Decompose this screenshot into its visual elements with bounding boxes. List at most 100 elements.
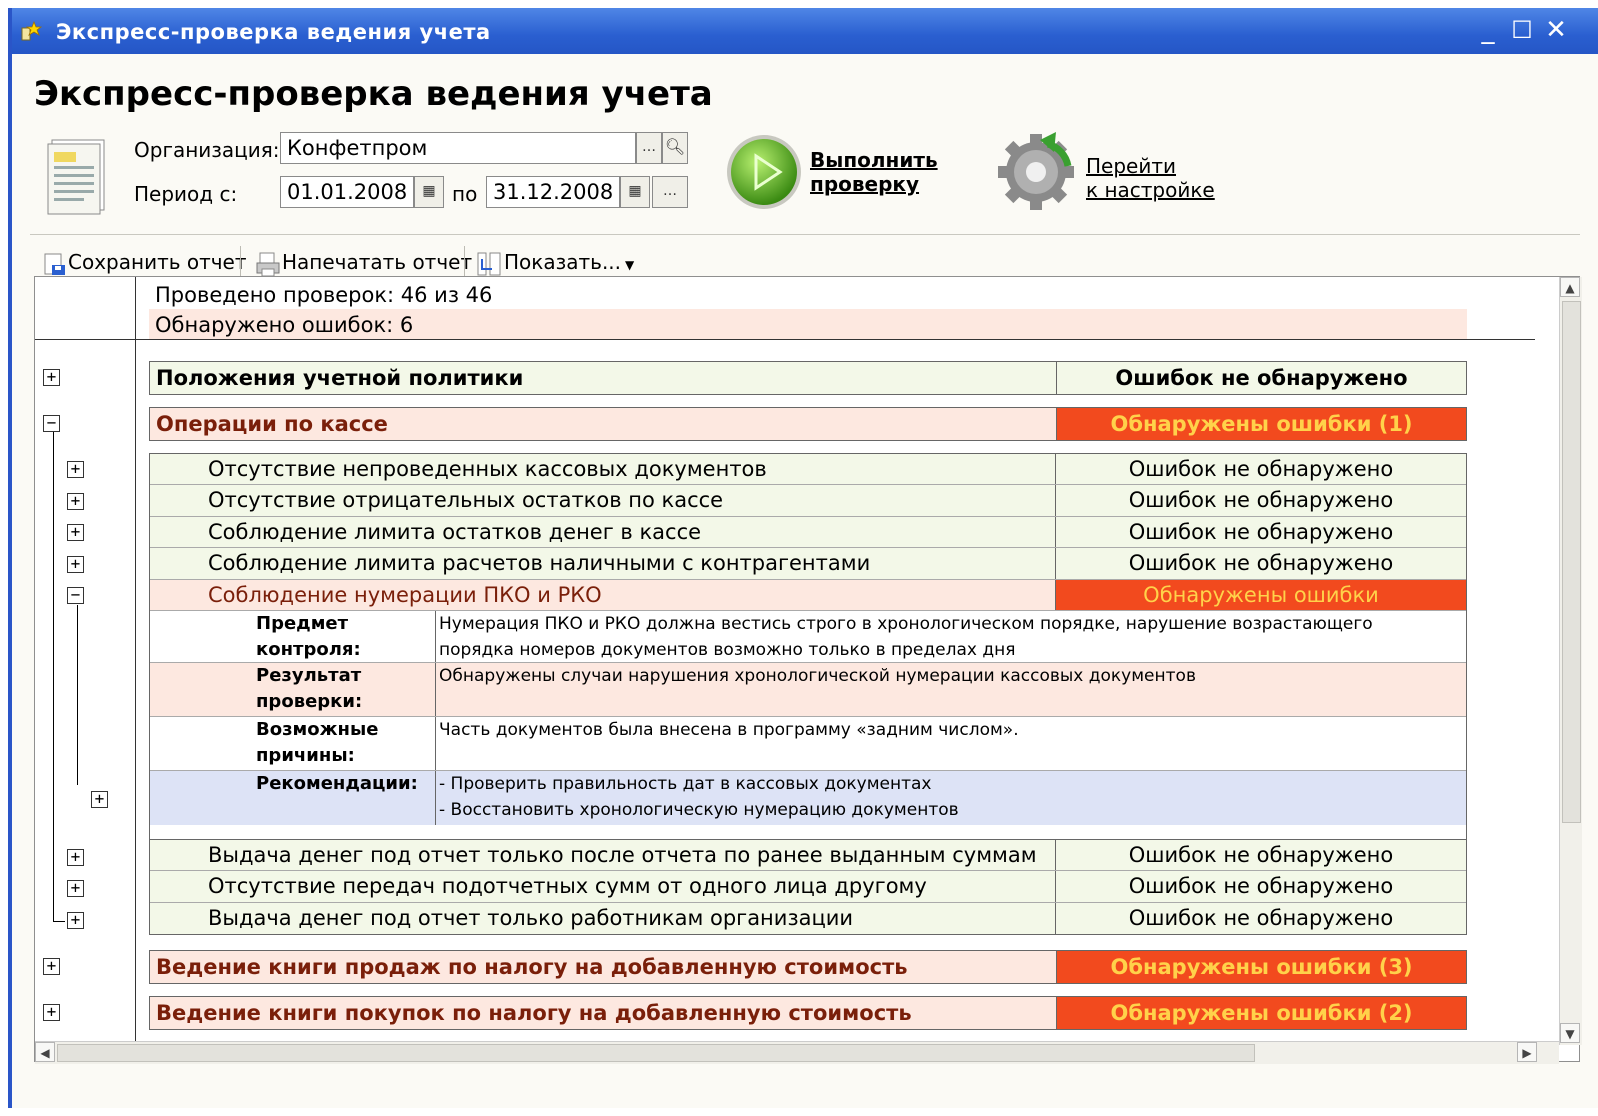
run-check-link-line2[interactable]: проверку <box>810 172 919 196</box>
check-title: Выдача денег под отчет только после отче… <box>208 843 1037 867</box>
horizontal-scrollbar[interactable]: ◀ ▶ <box>35 1041 1559 1064</box>
save-report-label: Сохранить отчет <box>68 250 247 274</box>
group-row[interactable]: Ведение книги продаж по налогу на добавл… <box>149 950 1467 984</box>
vertical-scrollbar[interactable]: ▲ ▼ <box>1559 277 1582 1045</box>
scroll-right-icon[interactable]: ▶ <box>1517 1042 1537 1062</box>
expand-toggle[interactable]: + <box>67 880 84 897</box>
detail-divider <box>435 771 436 825</box>
detail-value: Нумерация ПКО и РКО должна вестись строг… <box>439 614 1373 634</box>
run-check-link[interactable]: Выполнить <box>810 148 938 172</box>
scrollbar-thumb[interactable] <box>57 1044 1255 1062</box>
detail-key: Предмет <box>256 613 349 634</box>
detail-divider <box>435 663 436 716</box>
expand-toggle[interactable]: + <box>43 958 60 975</box>
detail-result: Результат проверки: Обнаружены случаи на… <box>150 663 1466 717</box>
check-status: Ошибок не обнаружено <box>1055 871 1466 902</box>
checks-count: Проведено проверок: 46 из 46 <box>155 283 493 307</box>
organization-field[interactable]: Конфетпром <box>280 132 636 164</box>
period-select-button[interactable]: … <box>652 176 688 208</box>
check-row[interactable]: Отсутствие отрицательных остатков по кас… <box>150 485 1466 517</box>
check-title: Соблюдение нумерации ПКО и РКО <box>208 583 602 607</box>
print-icon <box>256 252 280 276</box>
check-title: Соблюдение лимита остатков денег в кассе <box>208 520 702 544</box>
detail-value: порядка номеров документов возможно толь… <box>439 640 1016 660</box>
expand-toggle[interactable]: + <box>67 493 84 510</box>
check-title: Отсутствие отрицательных остатков по кас… <box>208 488 724 512</box>
check-row[interactable]: Соблюдение лимита остатков денег в кассе… <box>150 517 1466 548</box>
errors-count: Обнаружено ошибок: 6 <box>155 313 414 337</box>
settings-link[interactable]: Перейти <box>1086 154 1176 178</box>
show-menu-label: Показать... <box>504 250 622 274</box>
expand-toggle[interactable]: + <box>91 791 108 808</box>
check-row-error[interactable]: Соблюдение нумерации ПКО и РКО Обнаружен… <box>150 580 1466 611</box>
group-row[interactable]: Ведение книги покупок по налогу на добав… <box>149 996 1467 1030</box>
expand-toggle[interactable]: + <box>43 1004 60 1021</box>
detail-value: Обнаружены случаи нарушения хронологичес… <box>439 666 1196 686</box>
period-label: Период с: <box>134 182 238 206</box>
group-title: Операции по кассе <box>156 412 388 436</box>
detail-key: контроля: <box>256 639 361 660</box>
show-menu-button[interactable]: Показать... ▼ <box>476 248 634 276</box>
detail-key: Возможные <box>256 719 379 740</box>
toolbar-divider <box>30 234 1580 235</box>
collapse-toggle[interactable]: − <box>43 415 60 432</box>
collapse-toggle[interactable]: − <box>67 587 84 604</box>
check-row[interactable]: Отсутствие передач подотчетных сумм от о… <box>150 871 1466 903</box>
title-bar[interactable]: Экспресс-проверка ведения учета _ ☐ ✕ <box>12 8 1598 54</box>
expand-toggle[interactable]: + <box>67 556 84 573</box>
app-icon <box>21 20 42 41</box>
group-title: Ведение книги продаж по налогу на добавл… <box>156 955 908 979</box>
detail-key: проверки: <box>256 691 363 712</box>
minimize-button[interactable]: _ <box>1474 16 1502 44</box>
tree-column-divider <box>135 277 136 1041</box>
scrollbar-thumb[interactable] <box>1562 301 1581 823</box>
date-to-field[interactable]: 31.12.2008 <box>486 176 620 208</box>
check-status: Ошибок не обнаружено <box>1055 903 1466 934</box>
check-row[interactable]: Выдача денег под отчет только работникам… <box>150 903 1466 934</box>
calendar-icon[interactable]: ▦ <box>414 176 444 208</box>
expand-toggle[interactable]: + <box>67 849 84 866</box>
window-title: Экспресс-проверка ведения учета <box>56 20 491 44</box>
expand-toggle[interactable]: + <box>67 912 84 929</box>
detail-value: Часть документов была внесена в программ… <box>439 720 1019 740</box>
period-to-label: по <box>452 182 478 206</box>
search-icon[interactable]: 🔍︎ <box>662 132 688 164</box>
detail-key: причины: <box>256 745 355 766</box>
expand-toggle[interactable]: + <box>43 369 60 386</box>
group-row[interactable]: Положения учетной политики Ошибок не обн… <box>149 361 1467 395</box>
group-status: Обнаружены ошибки (1) <box>1056 408 1466 440</box>
expand-toggle[interactable]: + <box>67 524 84 541</box>
group-status: Обнаружены ошибки (2) <box>1056 997 1466 1029</box>
check-status: Ошибок не обнаружено <box>1055 840 1466 870</box>
check-status: Обнаружены ошибки <box>1055 580 1466 610</box>
print-report-button[interactable]: Напечатать отчет <box>254 248 472 276</box>
detail-value: - Проверить правильность дат в кассовых … <box>439 774 932 794</box>
group-title: Положения учетной политики <box>156 366 524 390</box>
chevron-down-icon: ▼ <box>625 258 635 272</box>
detail-key: Результат <box>256 665 362 686</box>
run-check-icon[interactable] <box>724 132 804 212</box>
check-status: Ошибок не обнаружено <box>1055 517 1466 547</box>
save-report-button[interactable]: Сохранить отчет <box>42 248 247 276</box>
report-grid[interactable]: Проведено проверок: 46 из 46 Обнаружено … <box>34 276 1582 1064</box>
tree-line <box>77 605 78 785</box>
settings-link-line2[interactable]: к настройке <box>1086 178 1215 202</box>
check-row[interactable]: Выдача денег под отчет только после отче… <box>150 840 1466 871</box>
calendar-icon[interactable]: ▦ <box>620 176 650 208</box>
maximize-button[interactable]: ☐ <box>1508 16 1536 44</box>
scroll-left-icon[interactable]: ◀ <box>35 1042 55 1062</box>
close-button[interactable]: ✕ <box>1542 16 1570 44</box>
detail-causes: Возможные причины: Часть документов была… <box>150 717 1466 771</box>
group-row[interactable]: Операции по кассе Обнаружены ошибки (1) <box>149 407 1467 441</box>
date-from-field[interactable]: 01.01.2008 <box>280 176 414 208</box>
scroll-up-icon[interactable]: ▲ <box>1560 277 1580 297</box>
scroll-down-icon[interactable]: ▼ <box>1560 1023 1580 1043</box>
gear-icon[interactable] <box>998 126 1080 212</box>
check-row[interactable]: Соблюдение лимита расчетов наличными с к… <box>150 548 1466 580</box>
check-row[interactable]: Отсутствие непроведенных кассовых докуме… <box>150 454 1466 485</box>
expand-toggle[interactable]: + <box>67 461 84 478</box>
app-window: Экспресс-проверка ведения учета _ ☐ ✕ Эк… <box>8 8 1598 1108</box>
organization-select-button[interactable]: … <box>636 132 662 164</box>
save-icon <box>44 253 65 275</box>
summary-divider <box>35 339 1535 340</box>
